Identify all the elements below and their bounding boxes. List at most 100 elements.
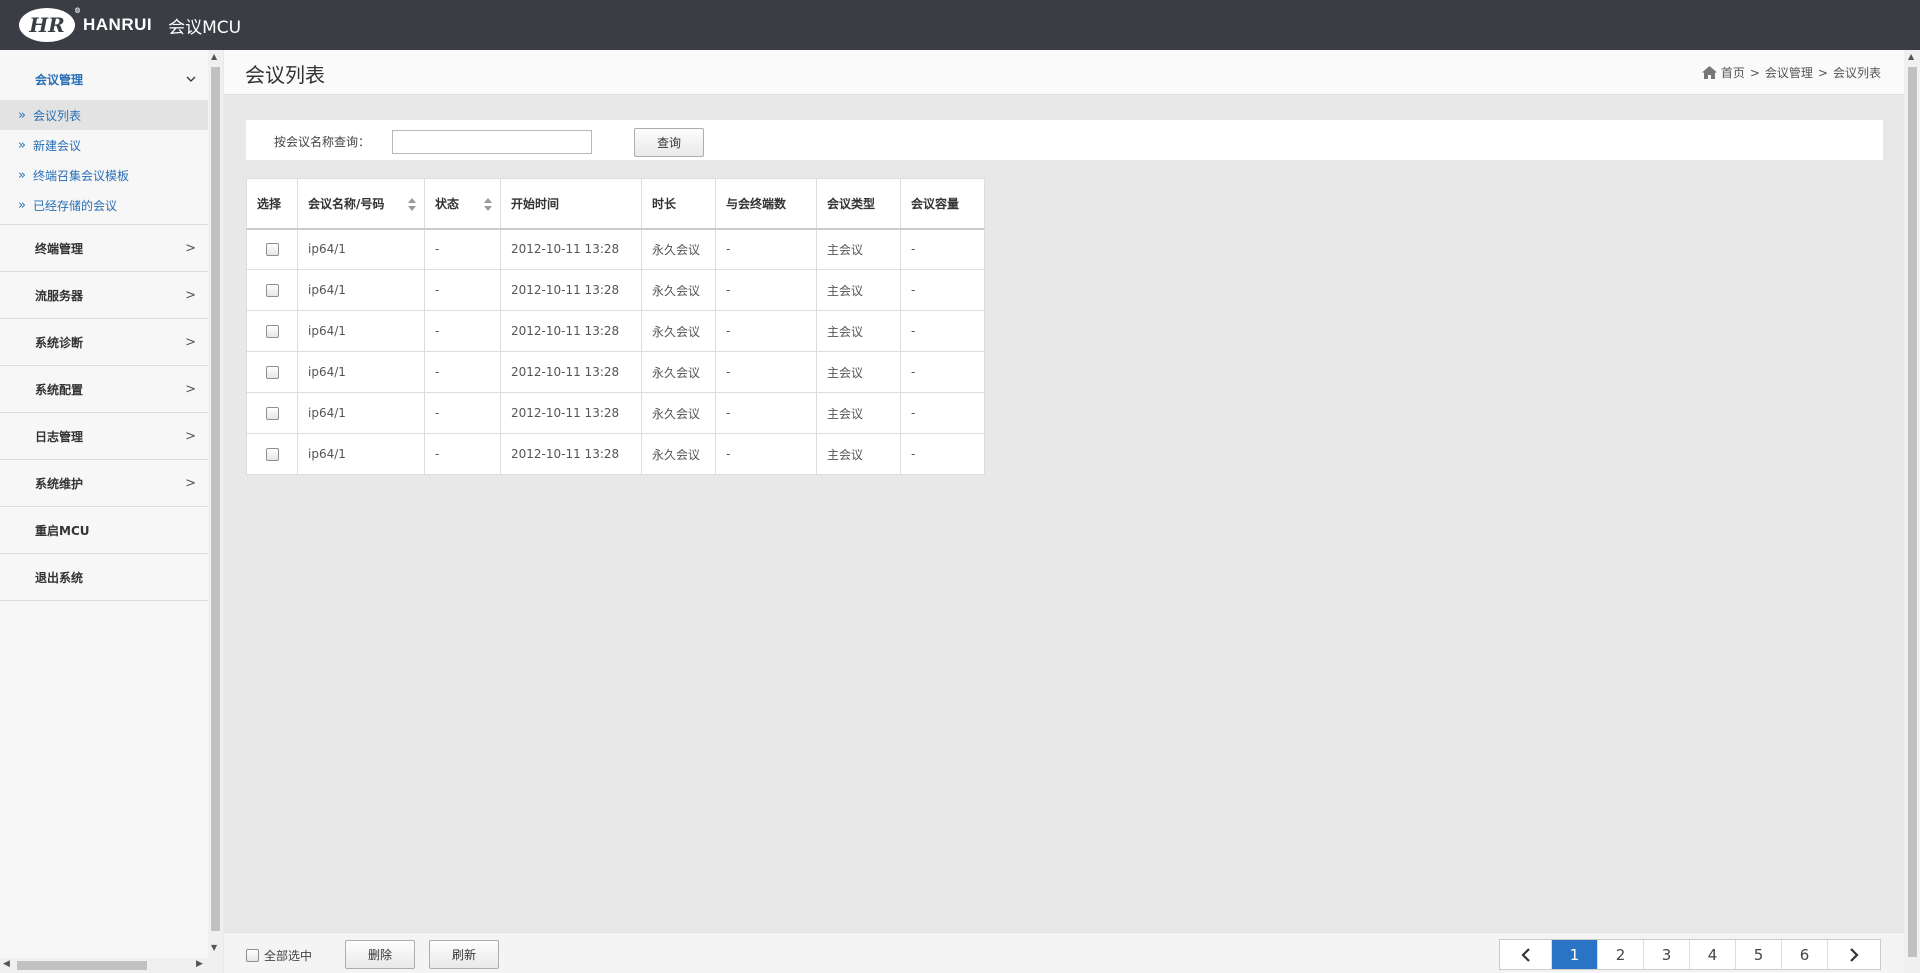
menu-label: 终端管理	[35, 241, 84, 256]
sidebar-item-meeting-list[interactable]: » 会议列表	[0, 100, 208, 130]
cell-start-time: 2012-10-11 13:28	[500, 310, 642, 352]
home-icon[interactable]	[1701, 66, 1717, 79]
scrollbar-corner	[208, 958, 223, 973]
next-page-button[interactable]	[1828, 940, 1880, 969]
page-4-button[interactable]: 4	[1690, 940, 1736, 969]
menu-label: 退出系统	[35, 570, 84, 585]
table-header-row: 选择 会议名称/号码 状态 开始时间 时长 与会终端数 会议类型 会议容量	[246, 178, 985, 230]
row-checkbox[interactable]	[265, 325, 279, 338]
table-row[interactable]: ip64/1 - 2012-10-11 13:28 永久会议 - 主会议 -	[246, 228, 985, 270]
cell-meeting-name: ip64/1	[297, 310, 425, 352]
table-row[interactable]: ip64/1 - 2012-10-11 13:28 永久会议 - 主会议 -	[246, 433, 985, 475]
row-checkbox[interactable]	[265, 448, 279, 461]
prev-page-button[interactable]	[1500, 940, 1552, 969]
sidebar-item-new-meeting[interactable]: » 新建会议	[0, 130, 208, 160]
menu-system-diagnosis[interactable]: 系统诊断 >	[0, 319, 208, 365]
hanrui-logo: HR ®	[19, 6, 81, 42]
select-all-checkbox[interactable]: 全部选中	[246, 947, 312, 964]
cell-meeting-type: 主会议	[816, 433, 901, 475]
col-status[interactable]: 状态	[424, 178, 501, 230]
row-checkbox[interactable]	[265, 284, 279, 297]
refresh-button[interactable]: 刷新	[429, 940, 499, 969]
main-vertical-scrollbar[interactable]: ▲	[1904, 50, 1920, 973]
menu-log-management[interactable]: 日志管理 >	[0, 413, 208, 459]
scrollbar-thumb[interactable]	[211, 67, 220, 931]
cell-meeting-name: ip64/1	[297, 269, 425, 311]
sort-icon[interactable]	[408, 198, 416, 212]
double-chevron-icon: »	[18, 107, 26, 123]
logo-mark: HR	[29, 13, 65, 37]
cell-capacity: -	[900, 228, 985, 270]
page-5-button[interactable]: 5	[1736, 940, 1782, 969]
cell-duration: 永久会议	[641, 392, 716, 434]
scrollbar-thumb[interactable]	[17, 961, 147, 970]
cell-capacity: -	[900, 351, 985, 393]
menu-group-maintenance: 系统维护 >	[0, 460, 208, 507]
column-label: 状态	[435, 196, 460, 211]
menu-restart-mcu[interactable]: 重启MCU	[0, 507, 208, 553]
menu-terminal-management[interactable]: 终端管理 >	[0, 225, 208, 271]
page-2-button[interactable]: 2	[1598, 940, 1644, 969]
sidebar-item-terminal-template[interactable]: » 终端召集会议模板	[0, 160, 208, 190]
menu-group-restart: 重启MCU	[0, 507, 208, 554]
search-button[interactable]: 查询	[634, 128, 704, 157]
breadcrumb-separator: >	[1817, 65, 1828, 80]
cell-duration: 永久会议	[641, 228, 716, 270]
submenu-list: » 会议列表 » 新建会议 » 终端召集会议模板 » 已经存储的会议	[0, 100, 208, 224]
scroll-down-arrow-icon[interactable]: ▼	[211, 943, 217, 952]
meeting-name-search-input[interactable]	[392, 130, 592, 154]
sidebar-vertical-scrollbar[interactable]: ▲ ▼	[208, 50, 223, 958]
menu-system-config[interactable]: 系统配置 >	[0, 366, 208, 412]
table-row[interactable]: ip64/1 - 2012-10-11 13:28 永久会议 - 主会议 -	[246, 392, 985, 434]
cell-capacity: -	[900, 269, 985, 311]
cell-duration: 永久会议	[641, 310, 716, 352]
table-row[interactable]: ip64/1 - 2012-10-11 13:28 永久会议 - 主会议 -	[246, 269, 985, 311]
row-checkbox[interactable]	[265, 243, 279, 257]
chevron-right-icon: >	[185, 334, 196, 350]
pagination: 1 2 3 4 5 6	[1499, 939, 1881, 970]
select-all-box[interactable]	[246, 949, 259, 962]
search-panel: 按会议名称查询： 查询	[246, 120, 1883, 160]
scroll-right-arrow-icon[interactable]: ▶	[196, 959, 203, 969]
menu-group-config: 系统配置 >	[0, 366, 208, 413]
menu-stream-server[interactable]: 流服务器 >	[0, 272, 208, 318]
sidebar-item-label: 会议列表	[32, 108, 81, 123]
row-checkbox[interactable]	[265, 366, 279, 379]
delete-button[interactable]: 删除	[345, 940, 415, 969]
cell-meeting-name: ip64/1	[297, 228, 425, 270]
select-all-label: 全部选中	[264, 949, 313, 963]
double-chevron-icon: »	[18, 197, 26, 213]
col-terminal-count: 与会终端数	[715, 178, 817, 230]
menu-label: 系统维护	[35, 476, 84, 491]
sidebar-nav: 会议管理 » 会议列表 » 新建会议 » 终端召集会议模板 » 已经存储的会议	[0, 50, 208, 973]
sidebar-item-stored-meetings[interactable]: » 已经存储的会议	[0, 190, 208, 220]
cell-status: -	[424, 228, 501, 270]
breadcrumb-meeting-management[interactable]: 会议管理	[1765, 64, 1813, 81]
sidebar-horizontal-scrollbar[interactable]: ◀ ▶	[0, 958, 208, 973]
scroll-up-arrow-icon[interactable]: ▲	[1908, 52, 1914, 61]
table-row[interactable]: ip64/1 - 2012-10-11 13:28 永久会议 - 主会议 -	[246, 310, 985, 352]
menu-logout[interactable]: 退出系统	[0, 554, 208, 600]
row-select-cell	[246, 392, 298, 434]
breadcrumb-home[interactable]: 首页	[1721, 64, 1745, 81]
scroll-left-arrow-icon[interactable]: ◀	[3, 959, 10, 969]
scroll-up-arrow-icon[interactable]: ▲	[211, 52, 217, 61]
cell-terminal-count: -	[715, 228, 817, 270]
menu-system-maintenance[interactable]: 系统维护 >	[0, 460, 208, 506]
cell-terminal-count: -	[715, 269, 817, 311]
main-content: 会议列表 首页 > 会议管理 > 会议列表 按会议名称查询： 查询 选择 会议名…	[224, 50, 1904, 973]
col-meeting-name[interactable]: 会议名称/号码	[297, 178, 425, 230]
row-checkbox[interactable]	[265, 407, 279, 420]
sort-icon[interactable]	[484, 198, 492, 212]
page-3-button[interactable]: 3	[1644, 940, 1690, 969]
menu-meeting-management[interactable]: 会议管理	[0, 50, 208, 100]
cell-meeting-type: 主会议	[816, 310, 901, 352]
page-6-button[interactable]: 6	[1782, 940, 1828, 969]
row-select-cell	[246, 433, 298, 475]
table-row[interactable]: ip64/1 - 2012-10-11 13:28 永久会议 - 主会议 -	[246, 351, 985, 393]
cell-terminal-count: -	[715, 433, 817, 475]
menu-group-meeting: 会议管理 » 会议列表 » 新建会议 » 终端召集会议模板 » 已经存储的会议	[0, 50, 208, 225]
page-1-button[interactable]: 1	[1552, 940, 1598, 969]
sidebar-item-label: 终端召集会议模板	[32, 168, 129, 183]
scrollbar-thumb[interactable]	[1908, 67, 1917, 957]
